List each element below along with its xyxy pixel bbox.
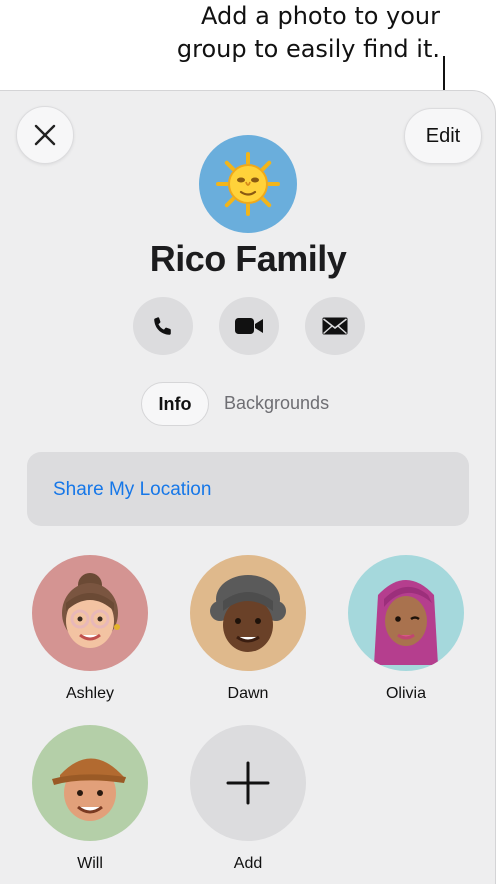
callout-line-2: group to easily find it.	[176, 35, 440, 63]
share-location-row[interactable]: Share My Location	[27, 452, 469, 526]
member-name: Dawn	[227, 685, 269, 702]
avatar	[190, 555, 306, 671]
sun-face-icon	[216, 152, 280, 216]
group-photo[interactable]	[199, 135, 297, 233]
close-icon	[34, 124, 56, 146]
video-call-button[interactable]	[219, 297, 279, 355]
member-will[interactable]: Will	[32, 725, 148, 873]
add-label: Add	[233, 855, 263, 872]
callout-text: Add a photo to your group to easily find…	[20, 0, 440, 66]
tab-backgrounds[interactable]: Backgrounds	[224, 393, 329, 414]
member-name: Will	[77, 855, 103, 872]
tab-info[interactable]: Info	[141, 382, 209, 426]
member-dawn[interactable]: Dawn	[190, 555, 306, 703]
video-icon	[235, 318, 263, 334]
avatar	[32, 555, 148, 671]
avatar	[32, 725, 148, 841]
edit-label: Edit	[425, 124, 461, 147]
share-location-label: Share My Location	[53, 479, 212, 500]
memoji-avatar-icon	[374, 580, 438, 665]
add-circle	[190, 725, 306, 841]
memoji-avatar-icon	[52, 758, 126, 821]
mail-button[interactable]	[305, 297, 365, 355]
callout-line-1: Add a photo to your	[201, 2, 440, 30]
member-name: Olivia	[385, 685, 426, 702]
avatar	[348, 555, 464, 671]
phone-icon	[154, 317, 171, 335]
member-olivia[interactable]: Olivia	[348, 555, 464, 703]
member-ashley[interactable]: Ashley	[32, 555, 148, 703]
memoji-avatar-icon	[210, 575, 286, 652]
add-member-button[interactable]: Add	[190, 725, 306, 873]
member-name: Ashley	[65, 685, 115, 702]
tab-info-label: Info	[158, 393, 192, 414]
call-button[interactable]	[133, 297, 193, 355]
mail-icon	[322, 317, 348, 335]
memoji-avatar-icon	[62, 573, 120, 648]
close-button[interactable]	[16, 106, 74, 164]
group-name: Rico Family	[149, 238, 347, 279]
plus-icon	[226, 761, 270, 805]
edit-button[interactable]: Edit	[404, 108, 482, 164]
